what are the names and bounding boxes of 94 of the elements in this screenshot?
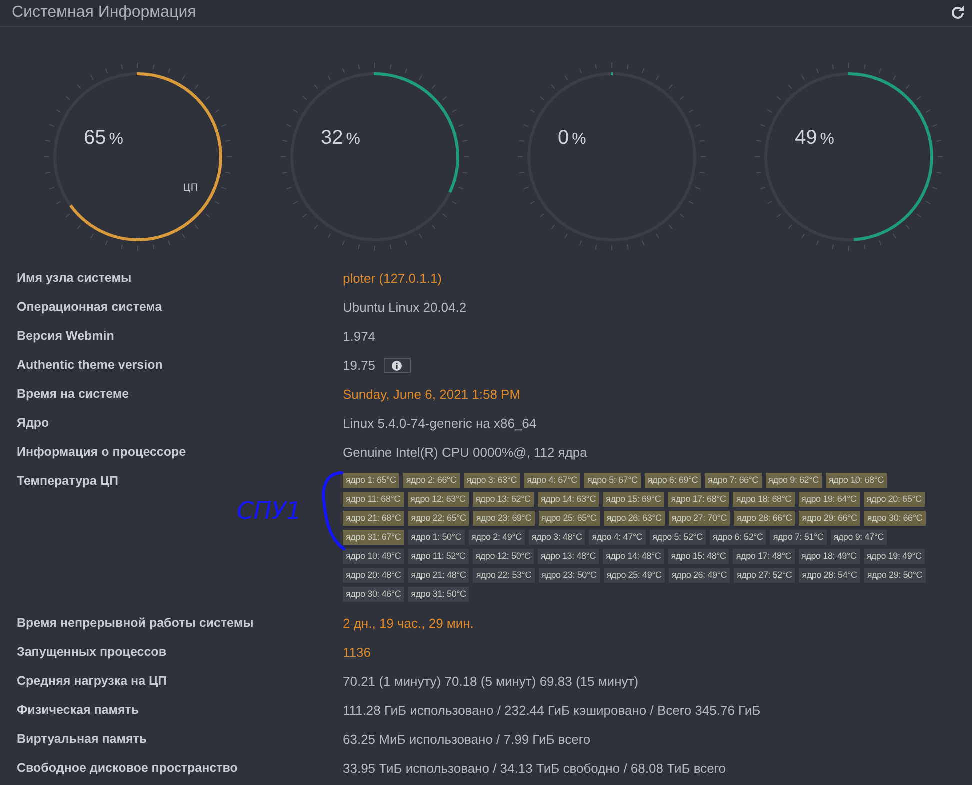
percent-sign: % xyxy=(820,131,834,149)
temperature-badge: ядро 25: 49°C xyxy=(604,568,665,583)
gauge-value: 0 xyxy=(558,127,570,150)
info-label: Виртуальная память xyxy=(17,731,148,746)
temperature-badge: ядро 31: 50°C xyxy=(408,587,470,602)
percent-sign: % xyxy=(346,131,360,149)
info-label: Физическая память xyxy=(17,702,140,717)
temperature-badge: ядро 17: 68°C xyxy=(668,492,730,507)
temperature-badge: ядро 18: 49°C xyxy=(798,549,860,564)
info-label: Authentic theme version xyxy=(17,357,164,372)
info-value[interactable]: 1136 xyxy=(343,639,371,660)
temperature-badge: ядро 6: 52°C xyxy=(710,530,766,545)
temperature-badge: ядро 3: 63°C xyxy=(464,473,520,488)
info-value[interactable]: Sunday, June 6, 2021 1:58 PM xyxy=(343,381,521,402)
temperature-badge: ядро 12: 50°C xyxy=(472,549,534,564)
temperature-badge: ядро 29: 66°C xyxy=(799,511,860,526)
temperature-badge: ядро 30: 46°C xyxy=(343,587,404,602)
temperature-badge: ядро 19: 49°C xyxy=(864,549,925,564)
info-label: Средняя нагрузка на ЦП xyxy=(17,673,168,688)
gauge-value: 65 xyxy=(84,127,106,150)
info-label: Время на системе xyxy=(17,386,130,401)
gauge-value: 32 xyxy=(321,127,344,150)
temperature-badge: ядро 18: 68°C xyxy=(733,492,795,507)
temperature-badge: ядро 15: 69°C xyxy=(603,492,664,507)
temperature-badge: ядро 10: 49°C xyxy=(343,549,404,564)
gauge-value: 49 xyxy=(795,127,818,150)
temperature-badge: ядро 23: 50°C xyxy=(538,568,600,583)
panel-title: Системная Информация xyxy=(12,4,196,22)
temperature-badge: ядро 13: 48°C xyxy=(538,549,600,564)
temperature-badge: ядро 19: 64°C xyxy=(798,492,860,507)
temperature-badge: ядро 20: 48°C xyxy=(343,568,404,583)
temperature-badge: ядро 29: 50°C xyxy=(864,568,926,583)
info-value[interactable]: 2 дн., 19 час., 29 мин. xyxy=(343,610,474,631)
temperature-badge: ядро 9: 62°C xyxy=(766,473,822,488)
temperature-badge: ядро 21: 68°C xyxy=(343,511,404,526)
info-value: Genuine Intel(R) CPU 0000%@, 112 ядра xyxy=(343,444,588,460)
info-value: Linux 5.4.0-74-generic на x86_64 xyxy=(343,415,537,431)
temperature-badge: ядро 28: 66°C xyxy=(734,511,796,526)
temperature-badge: ядро 5: 52°C xyxy=(650,530,706,545)
percent-sign: % xyxy=(109,131,124,149)
temperature-badge: ядро 7: 66°C xyxy=(705,473,762,488)
temperature-badge: ядро 11: 68°C xyxy=(343,492,404,507)
temperature-badge: ядро 27: 70°C xyxy=(668,511,730,526)
info-value: 1.974 xyxy=(343,328,376,344)
temperature-badge: ядро 30: 66°C xyxy=(864,511,926,526)
temperature-badge: ядро 5: 67°C xyxy=(584,473,641,488)
temperature-badge: ядро 14: 63°C xyxy=(538,492,600,507)
temperature-badge: ядро 3: 48°C xyxy=(528,530,586,545)
info-label: Информация о процессоре xyxy=(17,444,188,459)
info-label: Версия Webmin xyxy=(17,328,116,343)
temperature-badge: ядро 14: 48°C xyxy=(603,549,664,564)
temperature-badge: ядро 11: 52°C xyxy=(408,549,469,564)
info-value: 111.28 ГиБ использовано / 232.44 ГиБ кэшировано / Всего 345.76 ГиБ xyxy=(343,702,761,718)
info-label: Время непрерывной работы системы xyxy=(17,615,255,630)
temperature-badge: ядро 31: 67°C xyxy=(343,530,404,545)
temperature-badge: ядро 12: 63°C xyxy=(408,492,469,507)
temperature-badge: ядро 23: 69°C xyxy=(473,511,535,526)
info-label: Температура ЦП xyxy=(17,473,120,488)
temperature-badge: ядро 28: 54°C xyxy=(799,568,860,583)
info-value: 63.25 МиБ использовано / 7.99 ГиБ всего xyxy=(343,731,591,747)
temperature-badge: ядро 13: 62°C xyxy=(472,492,534,507)
temperature-badge: ядро 22: 65°C xyxy=(408,511,470,526)
info-label: Запущенных процессов xyxy=(17,644,168,659)
info-value: 33.95 ТиБ использовано / 34.13 ТиБ свободно / 68.08 ТиБ всего xyxy=(343,760,726,776)
percent-sign: % xyxy=(572,131,586,149)
temperature-badge: ядро 7: 51°C xyxy=(770,530,827,545)
temperature-badge: ядро 26: 63°C xyxy=(604,511,665,526)
info-label: Имя узла системы xyxy=(17,270,133,285)
info-label: Ядро xyxy=(17,415,50,430)
temperature-badge: ядро 2: 49°C xyxy=(468,530,525,545)
temperature-badge: ядро 6: 69°C xyxy=(644,473,702,488)
temperature-badge: ядро 22: 53°C xyxy=(473,568,535,583)
temperature-badge: ядро 20: 65°C xyxy=(864,492,925,507)
temperature-badge: ядро 1: 50°C xyxy=(408,530,465,545)
temperature-badge: ядро 26: 49°C xyxy=(668,568,730,583)
info-label: Операционная система xyxy=(17,299,164,314)
temperature-badge: ядро 1: 65°C xyxy=(343,473,400,488)
info-label: Свободное дисковое пространство xyxy=(17,760,239,775)
temperature-badge: ядро 10: 68°C xyxy=(826,473,888,488)
temperature-badge: ядро 4: 67°C xyxy=(524,473,580,488)
handwritten-note: СПУ1 xyxy=(237,497,302,525)
temperature-badge: ядро 27: 52°C xyxy=(734,568,796,583)
info-value[interactable]: ploter (127.0.1.1) xyxy=(343,265,442,286)
temperature-badge: ядро 15: 48°C xyxy=(668,549,730,564)
temperature-badge: ядро 21: 48°C xyxy=(408,568,470,583)
temperature-badge: ядро 9: 47°C xyxy=(830,530,888,545)
temperature-badge: ядро 4: 47°C xyxy=(589,530,646,545)
info-value: 70.21 (1 минуту) 70.18 (5 минут) 69.83 (15 минут) xyxy=(343,673,639,689)
info-value: 19.75 xyxy=(343,357,376,373)
temperature-badge: ядро 25: 65°C xyxy=(538,511,600,526)
info-value: Ubuntu Linux 20.04.2 xyxy=(343,299,467,315)
gauge-caption: ЦП xyxy=(183,183,198,194)
temperature-badge: ядро 17: 48°C xyxy=(733,549,795,564)
temperature-badge: ядро 2: 66°C xyxy=(403,473,460,488)
